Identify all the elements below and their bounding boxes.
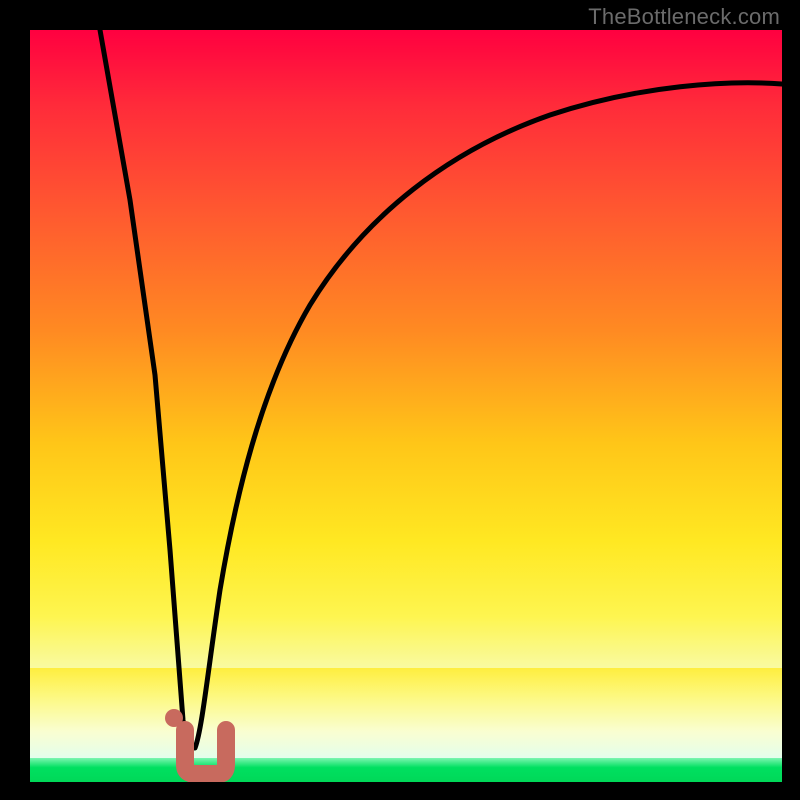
watermark-text: TheBottleneck.com xyxy=(588,4,780,30)
curve-descending xyxy=(100,30,188,750)
curve-rising xyxy=(195,83,782,748)
curve-layer xyxy=(30,30,782,782)
chart-frame: TheBottleneck.com xyxy=(0,0,800,800)
plot-area xyxy=(30,30,782,782)
